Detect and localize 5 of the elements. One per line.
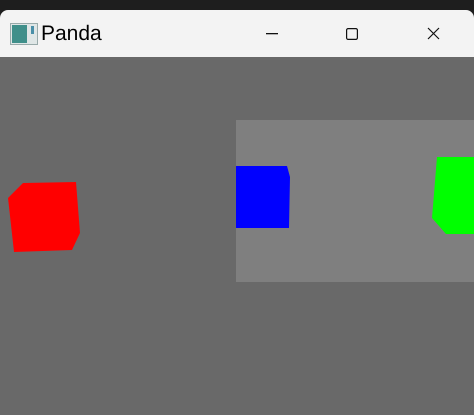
close-icon: [426, 27, 440, 40]
maximize-icon: [346, 28, 358, 40]
window-title: Panda: [41, 20, 102, 47]
app-icon: [10, 22, 38, 44]
minimize-icon: [266, 32, 278, 34]
